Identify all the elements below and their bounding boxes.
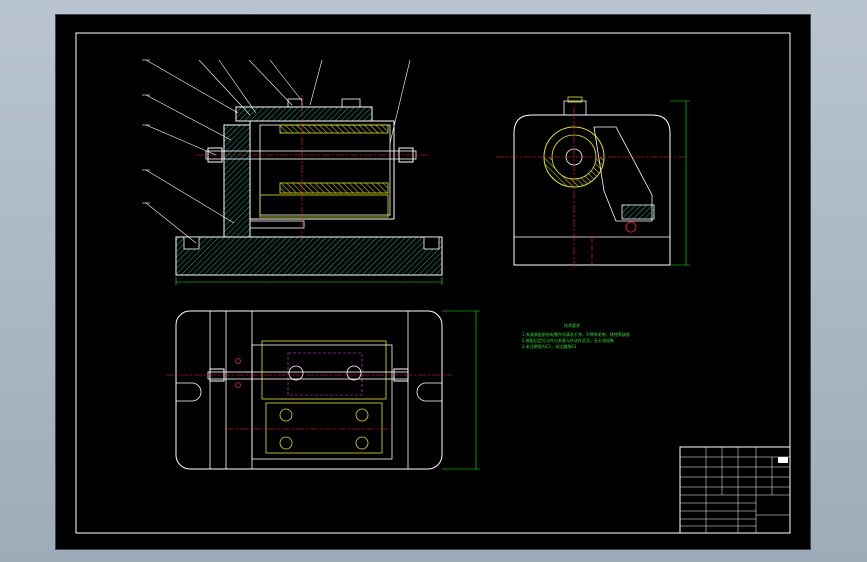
drawing-border (75, 32, 791, 534)
side-view (496, 96, 690, 267)
top-view (166, 310, 480, 470)
cad-viewport[interactable]: 技术要求 1.夹具装配前所有零件须清洗干净，不得有毛刺、锈蚀等缺陷 2.装配后定… (0, 0, 867, 562)
title-block (679, 446, 791, 534)
tech-note-line: 1.夹具装配前所有零件须清洗干净，不得有毛刺、锈蚀等缺陷 (522, 331, 630, 337)
tech-note-line: 2.装配后定位元件与夹紧元件动作灵活，无卡滞现象 (522, 337, 614, 343)
tech-notes-title: 技术要求 (564, 322, 580, 328)
front-view (142, 59, 443, 285)
technical-notes: 技术要求 1.夹具装配前所有零件须清洗干净，不得有毛刺、锈蚀等缺陷 2.装配后定… (522, 322, 630, 349)
tech-note-line: 3.未注倒角为C1，未注圆角R1 (522, 343, 577, 349)
drawing-sheet[interactable]: 技术要求 1.夹具装配前所有零件须清洗干净，不得有毛刺、锈蚀等缺陷 2.装配后定… (55, 14, 811, 550)
fixture-assembly-drawing: 技术要求 1.夹具装配前所有零件须清洗干净，不得有毛刺、锈蚀等缺陷 2.装配后定… (75, 32, 791, 534)
